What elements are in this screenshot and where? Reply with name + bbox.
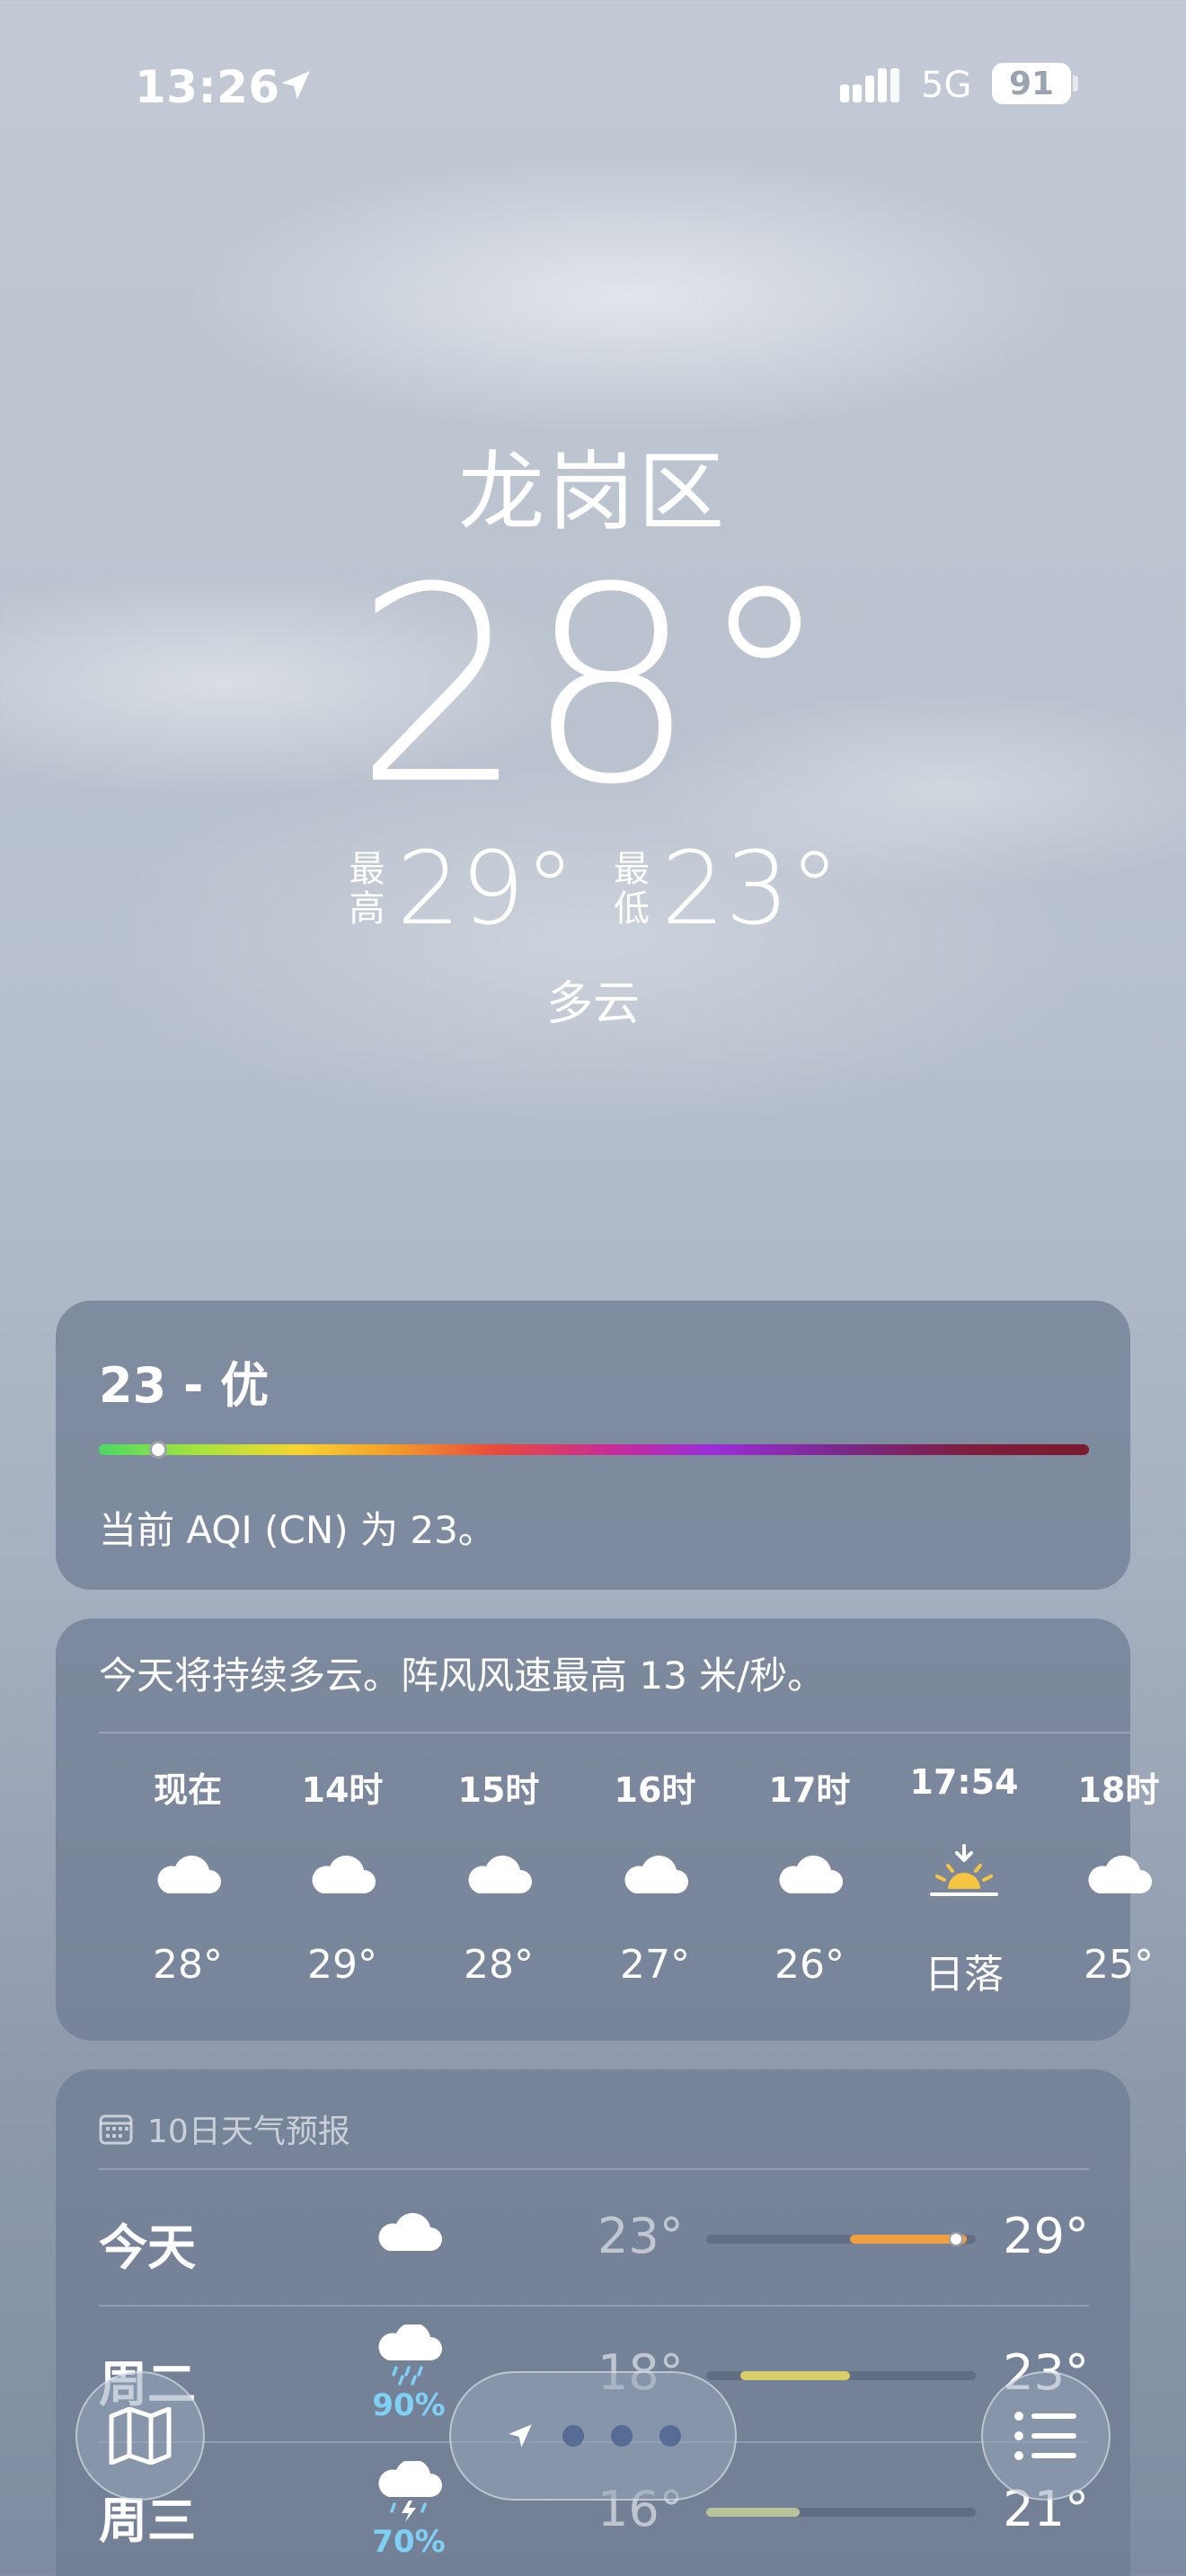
hour-label: 17时 xyxy=(768,1770,851,1810)
hour-label: 15时 xyxy=(457,1770,540,1810)
temp-range-bar xyxy=(706,2508,976,2517)
signal-icon xyxy=(840,68,899,102)
rain-cloud-icon xyxy=(378,2322,442,2386)
map-icon xyxy=(109,2407,172,2465)
low-temp-group: 最低 23° xyxy=(611,831,840,948)
location-arrow-icon xyxy=(509,2424,532,2448)
battery-indicator: 91 xyxy=(992,63,1071,104)
day-name: 今天 xyxy=(99,2219,196,2276)
temp-range-fill xyxy=(706,2508,800,2517)
hour-item: 14时 29° xyxy=(275,1762,410,1988)
hourly-forecast-card[interactable]: 今天将持续多云。阵风风速最高 13 米/秒。 现在 28° 14时 29° 15… xyxy=(56,1619,1159,2041)
forecast-header-label: 10日天气预报 xyxy=(147,2113,350,2150)
cloud-icon xyxy=(378,2212,442,2251)
temp-range-fill xyxy=(740,2371,850,2380)
map-button[interactable] xyxy=(75,2371,205,2501)
cloud-icon xyxy=(468,1855,532,1893)
current-temperature: 28° xyxy=(354,530,832,843)
forecast-header: 10日天气预报 xyxy=(99,2105,350,2152)
hour-temp: 27° xyxy=(620,1942,690,1988)
cloud-icon xyxy=(157,1855,221,1893)
hour-label: 14时 xyxy=(301,1770,384,1810)
aqi-description: 当前 AQI (CN) 为 23。 xyxy=(99,1508,496,1552)
page-dot[interactable] xyxy=(562,2425,584,2447)
day-high: 29° xyxy=(1003,2208,1089,2264)
precip-chance: 70% xyxy=(372,2524,446,2560)
hour-item: 17:54 日落 xyxy=(897,1762,1031,1999)
hour-temp: 28° xyxy=(153,1942,223,1988)
temp-range-bar xyxy=(706,2371,976,2380)
city-list-button[interactable] xyxy=(981,2371,1111,2501)
hour-temp: 日落 xyxy=(925,1952,1004,1998)
hour-item: 18时 25° xyxy=(1051,1762,1186,1988)
current-weather: 龙岗区 28° 最高 29° 最低 23° 多云 xyxy=(0,422,1186,1033)
cloud-icon xyxy=(779,1855,843,1893)
hour-label: 现在 xyxy=(153,1770,222,1810)
high-temp-group: 最高 29° xyxy=(346,831,575,948)
aqi-card[interactable]: 23 - 优 当前 AQI (CN) 为 23。 xyxy=(56,1301,1130,1590)
day-row[interactable]: 今天 23° 29° xyxy=(99,2170,1089,2305)
high-label: 最高 xyxy=(349,849,385,930)
forecast-summary: 今天将持续多云。阵风风速最高 13 米/秒。 xyxy=(99,1654,826,1698)
cloud-icon xyxy=(624,1855,688,1893)
hour-temp: 29° xyxy=(307,1942,377,1988)
divider xyxy=(99,1732,1130,1734)
hour-label: 18时 xyxy=(1077,1770,1160,1810)
thunderstorm-icon xyxy=(378,2458,442,2522)
hourly-list[interactable]: 现在 28° 14时 29° 15时 28° 16时 27° 17时 26° 1… xyxy=(56,1762,1159,2023)
high-low: 最高 29° 最低 23° xyxy=(0,831,1186,948)
precip-chance: 90% xyxy=(372,2387,446,2423)
status-bar: 13:26 5G 91 xyxy=(0,54,1186,117)
page-dot[interactable] xyxy=(611,2425,633,2447)
high-temp: 29° xyxy=(396,831,575,948)
weather-condition: 多云 xyxy=(545,977,640,1031)
hour-temp: 25° xyxy=(1084,1942,1154,1988)
battery-tip xyxy=(1073,75,1078,92)
low-label: 最低 xyxy=(614,849,650,930)
low-temp: 23° xyxy=(661,831,840,948)
page-dot[interactable] xyxy=(659,2425,681,2447)
hour-temp: 26° xyxy=(774,1942,845,1988)
current-temp-marker xyxy=(949,2232,963,2246)
temp-range-bar xyxy=(706,2232,976,2246)
calendar-icon xyxy=(99,2114,133,2145)
hour-item: 16时 27° xyxy=(588,1762,722,1988)
city-name: 龙岗区 xyxy=(458,442,728,543)
cloud-icon xyxy=(1088,1855,1152,1893)
status-time: 13:26 xyxy=(135,61,280,113)
network-type: 5G xyxy=(921,65,972,106)
list-icon xyxy=(1014,2412,1076,2460)
hour-item: 现在 28° xyxy=(120,1762,255,1988)
cloud-icon xyxy=(312,1855,376,1893)
location-arrow-icon xyxy=(281,71,310,100)
hour-temp: 28° xyxy=(464,1942,534,1988)
page-indicator[interactable] xyxy=(449,2371,737,2501)
aqi-title: 23 - 优 xyxy=(99,1357,270,1414)
hour-label: 17:54 xyxy=(909,1762,1019,1802)
aqi-indicator-dot xyxy=(149,1441,167,1459)
hour-item: 15时 28° xyxy=(431,1762,566,1988)
day-low: 23° xyxy=(597,2208,684,2264)
hour-item: 17时 26° xyxy=(742,1762,877,1988)
sunset-icon xyxy=(930,1844,998,1896)
aqi-scale-bar xyxy=(99,1444,1089,1455)
hour-label: 16时 xyxy=(614,1770,696,1810)
